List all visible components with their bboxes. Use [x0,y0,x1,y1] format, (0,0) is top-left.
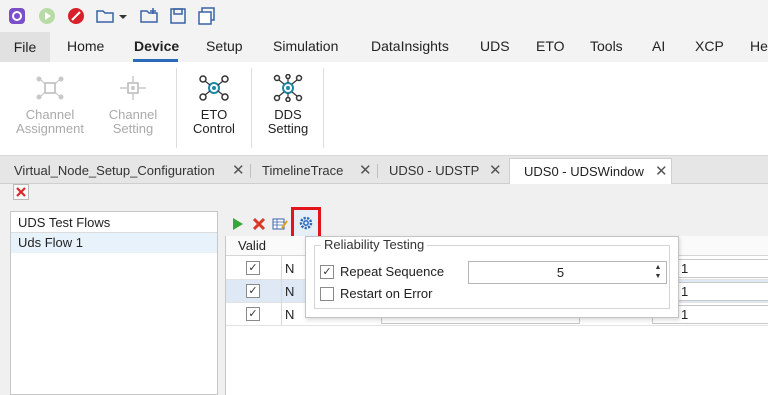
spin-down-icon[interactable]: ▼ [652,272,664,281]
channel-setting-button[interactable]: Channel Setting [100,74,166,136]
close-icon[interactable]: ✕ [359,158,372,184]
ribbon-separator [323,68,324,148]
chevron-down-icon[interactable] [118,7,128,25]
spinner-arrows[interactable]: ▲ ▼ [652,263,664,282]
close-panel-button[interactable] [13,184,29,200]
tab-simulation[interactable]: Simulation [273,38,338,54]
dds-setting-label-2: Setting [267,121,309,136]
gear-icon [299,216,313,230]
doc-tab-label: TimelineTrace [262,163,344,178]
channel-assignment-label-2: Assignment [16,121,84,136]
ribbon-separator [251,68,252,148]
eto-control-button[interactable]: ETO Control [186,74,242,136]
reliability-settings-button[interactable] [291,207,321,239]
close-icon [16,187,26,197]
doc-tab-virtual-node-setup[interactable]: Virtual_Node_Setup_Configuration ✕ [0,158,250,184]
flow-list-item[interactable]: Uds Flow 1 [11,233,217,253]
stop-icon[interactable] [67,7,85,25]
quick-access-toolbar [0,0,768,32]
close-icon[interactable]: ✕ [655,159,668,185]
channel-assignment-icon [36,76,64,100]
tab-device[interactable]: Device [134,38,179,54]
ribbon-tab-bar: File Home Device Setup Simulation DataIn… [0,32,768,62]
reliability-testing-popup: Reliability Testing ✓ Repeat Sequence 5 … [305,236,679,318]
tab-help[interactable]: He [750,38,768,54]
repeat-count-value[interactable]: 5 [469,265,652,280]
repeat-sequence-label: Repeat Sequence [340,264,445,279]
tab-tools[interactable]: Tools [590,38,623,54]
dds-setting-icon [273,74,303,102]
tab-ai[interactable]: AI [652,38,665,54]
value-cell: 1 [681,261,689,276]
tab-eto[interactable]: ETO [536,38,565,54]
eto-control-label-2: Control [193,121,235,136]
channel-assignment-label-1: Channel [25,107,75,122]
column-divider [281,256,282,325]
doc-tab-label: Virtual_Node_Setup_Configuration [14,163,215,178]
repeat-count-spinner[interactable]: 5 ▲ ▼ [468,261,667,284]
ribbon-body: Channel Assignment Channel Setting ETO C… [0,62,768,156]
doc-tab-timelinetrace[interactable]: TimelineTrace ✕ [248,158,376,184]
document-tab-bar: Virtual_Node_Setup_Configuration ✕ Timel… [0,156,768,184]
open-folder-icon[interactable] [96,7,114,25]
new-folder-icon[interactable] [140,7,158,25]
valid-checkbox[interactable]: ✓ [246,261,260,275]
tab-setup[interactable]: Setup [206,38,243,54]
eto-control-icon [199,75,229,101]
tab-uds[interactable]: UDS [480,38,510,54]
tab-home[interactable]: Home [67,38,104,54]
uds-test-flows-panel: UDS Test Flows Uds Flow 1 [10,211,218,395]
doc-tab-uds0-udstp[interactable]: UDS0 - UDSTP ✕ [375,158,507,184]
valid-checkbox[interactable]: ✓ [246,284,260,298]
dds-setting-label-1: DDS [274,107,302,122]
save-all-icon[interactable] [198,7,216,25]
play-icon[interactable] [38,7,56,25]
doc-tab-label: UDS0 - UDSWindow [524,164,644,179]
save-icon[interactable] [169,7,187,25]
close-icon[interactable]: ✕ [232,158,245,184]
channel-setting-label-2: Setting [112,121,154,136]
channel-setting-label-1: Channel [108,107,158,122]
step-name-cell: N [285,284,295,299]
tab-file[interactable]: File [0,32,50,62]
ribbon-separator [176,68,177,148]
tab-xcp[interactable]: XCP [695,38,724,54]
doc-tab-label: UDS0 - UDSTP [389,163,480,178]
channel-setting-icon [120,76,146,100]
step-name-cell: N [285,307,295,322]
run-icon[interactable] [230,216,246,232]
tab-datainsights[interactable]: DataInsights [371,38,449,54]
spin-up-icon[interactable]: ▲ [652,263,664,272]
dds-setting-button[interactable]: DDS Setting [260,74,316,136]
column-header-valid: Valid [238,238,266,253]
channel-assignment-button[interactable]: Channel Assignment [12,74,88,136]
delete-icon[interactable] [251,216,267,232]
restart-on-error-label: Restart on Error [340,286,433,301]
step-name-cell: N [285,261,295,276]
value-cell: 1 [681,284,689,299]
close-icon[interactable]: ✕ [489,158,502,184]
restart-on-error-checkbox[interactable] [320,287,334,301]
value-cell: 1 [681,307,689,322]
app-logo-icon[interactable] [8,7,26,25]
valid-checkbox[interactable]: ✓ [246,307,260,321]
edit-table-icon[interactable] [272,216,288,232]
reliability-testing-group: Reliability Testing ✓ Repeat Sequence 5 … [314,237,670,309]
doc-tab-uds0-udswindow[interactable]: UDS0 - UDSWindow ✕ [509,158,672,184]
flows-panel-header: UDS Test Flows [11,212,217,233]
group-title: Reliability Testing [321,237,428,252]
repeat-sequence-checkbox[interactable]: ✓ [320,265,334,279]
eto-control-label-1: ETO [200,107,228,122]
